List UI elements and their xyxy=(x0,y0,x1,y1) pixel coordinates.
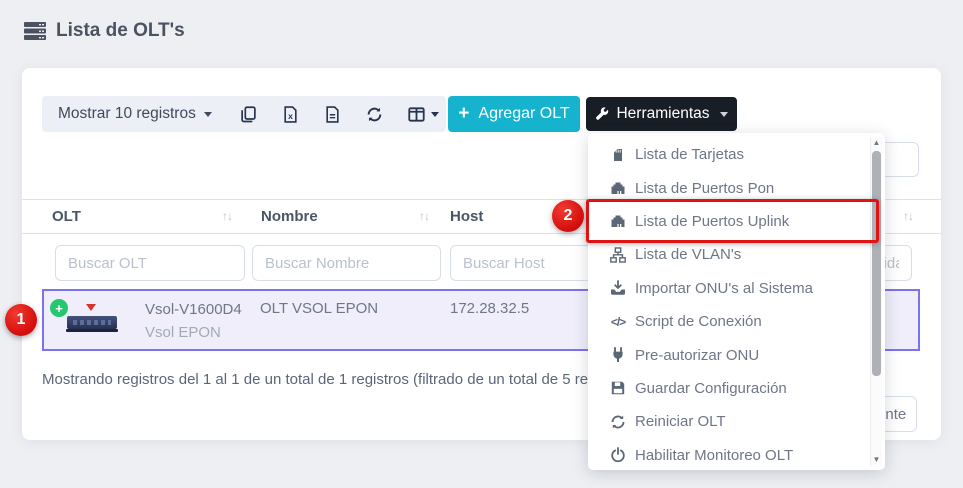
file-excel-button[interactable]: x xyxy=(282,106,299,123)
table-toolbar: Mostrar 10 registros x xyxy=(42,96,446,132)
menu-item-reiniciar-olt[interactable]: Reiniciar OLT xyxy=(588,405,885,438)
table-columns-button[interactable] xyxy=(408,106,439,123)
olt-device-image xyxy=(66,303,118,341)
show-entries-select[interactable]: Mostrar 10 registros xyxy=(58,105,212,123)
olt-model: Vsol-V1600D4 xyxy=(145,301,242,318)
column-label: Nombre xyxy=(261,208,318,225)
tools-button[interactable]: Herramientas xyxy=(586,97,737,131)
column-header-olt[interactable]: OLT xyxy=(52,205,232,227)
code-icon: </> xyxy=(610,314,626,330)
scrollbar-thumb[interactable] xyxy=(872,151,881,376)
copy-button[interactable] xyxy=(240,106,257,123)
olt-host: 172.28.32.5 xyxy=(450,300,529,317)
olt-list-page: Lista de OLT's Mostrar 10 registros x + … xyxy=(0,0,963,488)
sort-icon xyxy=(903,209,913,223)
menu-item-label: Lista de Puertos Pon xyxy=(635,180,774,197)
menu-item-lista-de-puertos-uplink[interactable]: Lista de Puertos Uplink xyxy=(588,205,885,238)
menu-item-lista-de-puertos-pon[interactable]: Lista de Puertos Pon xyxy=(588,171,885,204)
add-olt-label: Agregar OLT xyxy=(478,105,569,123)
column-label: OLT xyxy=(52,208,81,225)
refresh-button[interactable] xyxy=(366,106,383,123)
save-icon xyxy=(610,380,626,396)
add-olt-button[interactable]: + Agregar OLT xyxy=(448,96,580,132)
menu-item-label: Lista de Tarjetas xyxy=(635,146,744,163)
search-olt-input[interactable] xyxy=(55,245,245,281)
file-pdf-button[interactable] xyxy=(324,106,341,123)
column-header-nombre[interactable]: Nombre xyxy=(261,205,429,227)
menu-item-label: Script de Conexión xyxy=(635,313,762,330)
menu-item-label: Lista de VLAN's xyxy=(635,246,741,263)
menu-item-label: Guardar Configuración xyxy=(635,380,787,397)
menu-item-script-de-conexi-n[interactable]: </> Script de Conexión xyxy=(588,305,885,338)
records-info: Mostrando registros del 1 al 1 de un tot… xyxy=(42,371,637,388)
sort-icon xyxy=(222,209,232,223)
menu-item-importar-onu-s-al-sistema[interactable]: Importar ONU's al Sistema xyxy=(588,272,885,305)
plug-icon xyxy=(610,347,626,363)
file-excel-icon: x xyxy=(282,106,299,123)
menu-item-pre-autorizar-onu[interactable]: Pre-autorizar ONU xyxy=(588,338,885,371)
annotation-marker-2: 2 xyxy=(552,200,584,232)
menu-item-habilitar-monitoreo-olt[interactable]: Habilitar Monitoreo OLT xyxy=(588,439,885,472)
annotation-marker-1: 1 xyxy=(5,304,37,336)
menu-item-label: Importar ONU's al Sistema xyxy=(635,280,813,297)
sd-card-icon xyxy=(610,147,626,163)
menu-item-label: Reiniciar OLT xyxy=(635,413,726,430)
server-icon xyxy=(24,22,46,40)
tools-label: Herramientas xyxy=(616,105,709,123)
search-nombre-input[interactable] xyxy=(252,245,441,281)
tools-menu-list: Lista de Tarjetas Lista de Puertos Pon Lis… xyxy=(588,138,885,472)
ethernet-icon xyxy=(610,180,626,196)
page-title: Lista de OLT's xyxy=(56,20,185,42)
plus-icon: + xyxy=(458,104,469,123)
svg-text:x: x xyxy=(288,110,293,120)
table-columns-icon xyxy=(408,106,425,123)
menu-item-label: Pre-autorizar ONU xyxy=(635,347,759,364)
download-icon xyxy=(610,280,626,296)
caret-down-icon xyxy=(431,112,439,117)
toolbar-icon-group: x xyxy=(240,106,439,123)
menu-item-lista-de-tarjetas[interactable]: Lista de Tarjetas xyxy=(588,138,885,171)
olt-type: Vsol EPON xyxy=(145,324,221,341)
sort-icon xyxy=(419,209,429,223)
menu-item-lista-de-vlan-s[interactable]: Lista de VLAN's xyxy=(588,238,885,271)
caret-down-icon xyxy=(204,112,212,117)
menu-item-label: Lista de Puertos Uplink xyxy=(635,213,789,230)
sync-icon xyxy=(610,414,626,430)
dropdown-scrollbar xyxy=(870,137,882,466)
wrench-icon xyxy=(595,107,609,121)
menu-item-guardar-configuraci-n[interactable]: Guardar Configuración xyxy=(588,372,885,405)
scroll-down-icon[interactable] xyxy=(871,454,882,466)
caret-down-icon xyxy=(720,112,728,117)
refresh-icon xyxy=(366,106,383,123)
ethernet-icon xyxy=(610,213,626,229)
column-label: Host xyxy=(450,208,483,225)
page-header: Lista de OLT's xyxy=(24,20,185,42)
scroll-up-icon[interactable] xyxy=(871,137,882,149)
menu-item-label: Habilitar Monitoreo OLT xyxy=(635,447,793,464)
sitemap-icon xyxy=(610,247,626,263)
copy-icon xyxy=(240,106,257,123)
file-pdf-icon xyxy=(324,106,341,123)
show-entries-label: Mostrar 10 registros xyxy=(58,105,196,123)
olt-nombre: OLT VSOL EPON xyxy=(260,300,378,317)
tools-dropdown: Lista de Tarjetas Lista de Puertos Pon Lis… xyxy=(588,133,885,470)
power-icon xyxy=(610,447,626,463)
